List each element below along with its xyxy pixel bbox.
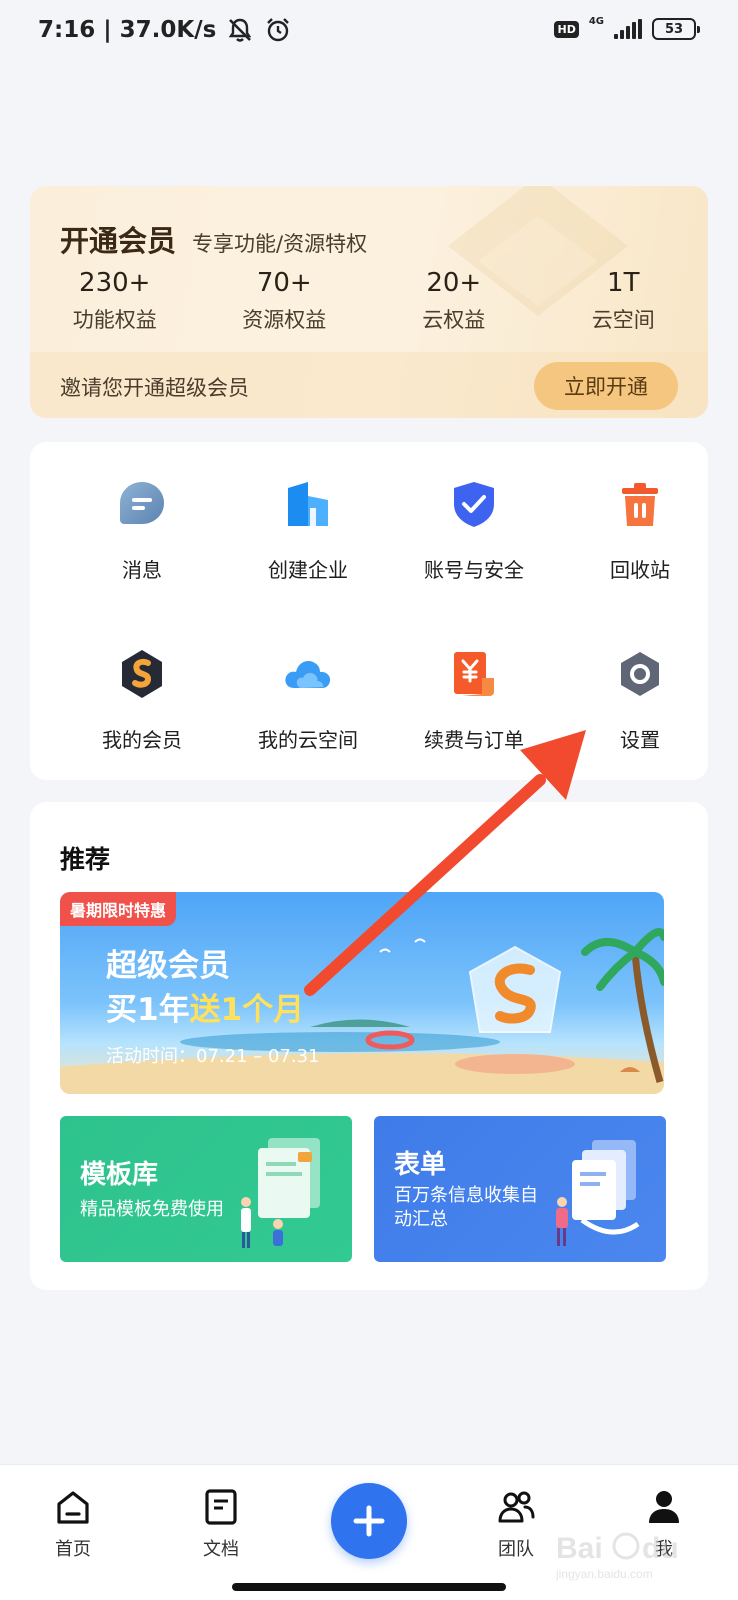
grid-label: 账号与安全 [424, 558, 524, 582]
profile-icon [649, 1491, 679, 1523]
status-left: 7:16 | 37.0K/s [38, 16, 292, 44]
nav-label: 文档 [203, 1539, 239, 1560]
member-title: 开通会员 [60, 224, 177, 258]
promo-banner[interactable]: 暑期限时特惠 超级会员 买1年送1个月 活动时间：07.21 – 07.31 [60, 892, 664, 1094]
membership-icon [122, 650, 162, 698]
network-type: 4G [588, 15, 604, 27]
cloud-icon [285, 661, 331, 688]
open-membership-button[interactable]: 立即开通 [534, 362, 678, 410]
shield-icon [454, 482, 494, 527]
status-time-speed: 7:16 | 37.0K/s [38, 17, 217, 43]
grid-label: 消息 [122, 558, 162, 582]
tile-title: 模板库 [80, 1160, 159, 1190]
enterprise-icon [288, 482, 328, 526]
member-stat: 70+ 资源权益 [200, 268, 370, 334]
grid-item-my-cloud[interactable]: 我的云空间 [223, 612, 393, 752]
promo-headline: 超级会员 [106, 948, 230, 984]
grid-item-renewal-orders[interactable]: 续费与订单 [389, 612, 559, 752]
nav-documents[interactable]: 文档 [176, 1487, 266, 1567]
promo-offer: 买1年送1个月 [106, 984, 304, 1029]
nav-label: 首页 [55, 1539, 91, 1560]
team-icon [498, 1491, 535, 1523]
tile-subtitle: 百万条信息收集自动汇总 [394, 1185, 538, 1230]
grid-label: 创建企业 [268, 558, 348, 582]
grid-item-my-membership[interactable]: 我的会员 [57, 612, 227, 752]
document-icon [205, 1489, 237, 1525]
home-indicator [232, 1583, 506, 1591]
svg-text:Bai: Bai [556, 1532, 603, 1565]
settings-icon [621, 652, 659, 696]
documents-illustration [241, 1138, 320, 1248]
signal-icon [614, 19, 642, 39]
template-library-tile[interactable]: 模板库 精品模板免费使用 [60, 1116, 352, 1262]
stat-label: 云权益 [422, 308, 486, 332]
member-stat: 20+ 云权益 [369, 268, 539, 334]
stat-value: 70+ [256, 268, 312, 298]
member-subtitle: 专享功能/资源特权 [192, 232, 368, 256]
battery-icon: 53 [652, 18, 700, 40]
tile-subtitle: 精品模板免费使用 [80, 1199, 224, 1220]
nav-team[interactable]: 团队 [471, 1487, 561, 1567]
plus-icon [353, 1505, 385, 1537]
recommend-section: 推荐 暑期限时特惠 超级会员 买1年送1个月 活动时间：07.21 – 07.3… [30, 802, 708, 1290]
grid-label: 我的会员 [102, 728, 182, 752]
stat-label: 资源权益 [242, 308, 327, 332]
promo-offer-prefix: 买1年 [106, 992, 190, 1028]
form-tile[interactable]: 表单 百万条信息收集自动汇总 [374, 1116, 666, 1262]
grid-item-recycle-bin[interactable]: 回收站 [555, 442, 725, 582]
member-title-row: 开通会员 专享功能/资源特权 [60, 218, 367, 260]
order-icon [454, 652, 494, 696]
message-icon [120, 482, 164, 524]
nav-home[interactable]: 首页 [28, 1487, 118, 1567]
svg-text:jingyan.baidu.com: jingyan.baidu.com [556, 1567, 653, 1581]
tile-title: 表单 [394, 1150, 447, 1180]
promo-tag: 暑期限时特惠 [60, 892, 177, 926]
grid-item-messages[interactable]: 消息 [57, 442, 227, 582]
promo-date: 活动时间：07.21 – 07.31 [106, 1046, 320, 1067]
alarm-icon [267, 18, 290, 42]
battery-level: 53 [664, 21, 684, 37]
svg-text:du: du [642, 1532, 679, 1565]
stat-value: 20+ [426, 268, 482, 298]
invite-text: 邀请您开通超级会员 [60, 376, 249, 400]
status-bar: 7:16 | 37.0K/s HD 4G 53 [0, 0, 738, 64]
promo-offer-highlight: 送1个月 [189, 992, 305, 1028]
member-card[interactable]: 开通会员 专享功能/资源特权 230+ 功能权益 70+ 资源权益 20+ 云权… [30, 186, 708, 418]
stat-value: 230+ [79, 268, 151, 298]
grid-item-enterprise[interactable]: 创建企业 [223, 442, 393, 582]
stat-label: 云空间 [591, 308, 655, 332]
member-stat: 1T 云空间 [539, 268, 709, 334]
stat-value: 1T [607, 268, 640, 298]
grid-label: 设置 [620, 728, 660, 752]
recommend-title: 推荐 [60, 845, 111, 874]
baidu-jingyan-watermark-icon: Bai du jingyan.baidu.com [556, 1532, 679, 1581]
trash-icon [622, 483, 658, 526]
nav-label: 团队 [498, 1539, 534, 1560]
status-right: HD 4G 53 [554, 15, 700, 40]
form-illustration [556, 1140, 640, 1246]
grid-label: 续费与订单 [424, 728, 524, 752]
member-stat: 230+ 功能权益 [30, 268, 200, 334]
grid-label: 回收站 [610, 558, 670, 582]
grid-item-account-security[interactable]: 账号与安全 [389, 442, 559, 582]
mute-icon [229, 18, 252, 42]
member-stats: 230+ 功能权益 70+ 资源权益 20+ 云权益 1T 云空间 [30, 268, 708, 334]
feature-grid: 消息 创建企业 账号与安全 回收站 我的会员 我的云空间 续费与订单 设置 [30, 442, 708, 780]
grid-label: 我的云空间 [258, 728, 358, 752]
member-footer: 邀请您开通超级会员 立即开通 [30, 352, 708, 418]
stat-label: 功能权益 [72, 308, 157, 332]
home-icon [57, 1491, 89, 1524]
add-button[interactable] [331, 1483, 407, 1559]
hd-badge: HD [554, 20, 579, 38]
grid-item-settings[interactable]: 设置 [555, 612, 725, 752]
